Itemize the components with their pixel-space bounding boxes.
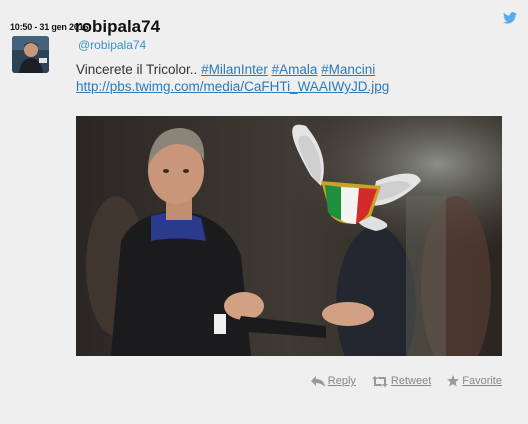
retweet-icon <box>371 375 388 387</box>
media-url-link[interactable]: http://pbs.twimg.com/media/CaFHTi_WAAIWy… <box>76 79 389 94</box>
tweet-text-prefix: Vincerete il Tricolor.. <box>76 62 202 77</box>
favorite-label: Favorite <box>462 375 502 387</box>
reply-label: Reply <box>327 375 356 387</box>
retweet-button[interactable]: Retweet <box>371 375 432 387</box>
twitter-bird-icon[interactable] <box>503 12 517 24</box>
hashtag-link[interactable]: #Mancini <box>321 62 375 77</box>
tweet-media-image[interactable] <box>76 116 502 356</box>
display-name[interactable]: robipala74 <box>75 17 160 37</box>
hashtag-link[interactable]: #Amala <box>272 62 318 77</box>
retweet-label: Retweet <box>390 375 432 387</box>
tweet-text: Vincerete il Tricolor.. #MilanInter #Ama… <box>76 61 516 95</box>
reply-button[interactable]: Reply <box>310 375 356 387</box>
favorite-button[interactable]: Favorite <box>447 375 502 387</box>
tweet-card: 10:50 - 31 gen 2016 robipala74 @robipala… <box>0 0 528 424</box>
user-handle[interactable]: @robipala74 <box>78 38 146 52</box>
hashtag-link[interactable]: #MilanInter <box>201 62 268 77</box>
reply-icon <box>310 375 325 387</box>
favorite-star-icon <box>447 375 460 387</box>
tweet-actions: Reply Retweet Favorite <box>310 375 502 387</box>
avatar[interactable] <box>12 36 49 73</box>
